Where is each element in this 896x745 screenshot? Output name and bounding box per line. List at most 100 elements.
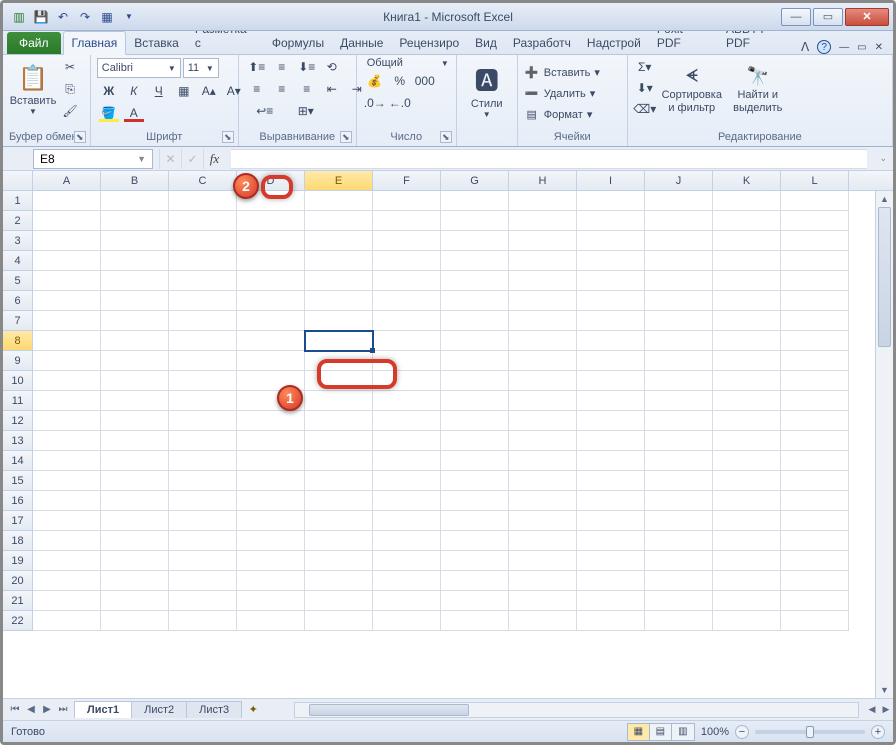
row-header-12[interactable]: 12 [3,411,33,431]
cell-D19[interactable] [237,551,305,571]
cell-F15[interactable] [373,471,441,491]
tab-view[interactable]: Вид [467,32,505,54]
horizontal-scrollbar[interactable] [294,702,859,718]
first-sheet-icon[interactable]: ⏮ [7,704,23,715]
cell-G18[interactable] [441,531,509,551]
cell-K16[interactable] [713,491,781,511]
format-painter-icon[interactable]: 🖌 [59,101,81,121]
cell-E15[interactable] [305,471,373,491]
cell-A18[interactable] [33,531,101,551]
zoom-level[interactable]: 100% [701,726,729,738]
launcher-icon[interactable]: ⬊ [222,131,234,143]
cell-F12[interactable] [373,411,441,431]
cell-D5[interactable] [237,271,305,291]
cell-G9[interactable] [441,351,509,371]
vertical-scrollbar[interactable]: ▲ ▼ [875,191,893,698]
cell-L8[interactable] [781,331,849,351]
cell-I7[interactable] [577,311,645,331]
cell-D18[interactable] [237,531,305,551]
cell-J17[interactable] [645,511,713,531]
cell-I17[interactable] [577,511,645,531]
cell-C9[interactable] [169,351,237,371]
cell-G13[interactable] [441,431,509,451]
cell-A9[interactable] [33,351,101,371]
cell-C3[interactable] [169,231,237,251]
row-header-13[interactable]: 13 [3,431,33,451]
col-header-C[interactable]: C [169,171,237,190]
cell-A2[interactable] [33,211,101,231]
row-header-8[interactable]: 8 [3,331,33,351]
cell-K2[interactable] [713,211,781,231]
cell-B5[interactable] [101,271,169,291]
cell-G7[interactable] [441,311,509,331]
cell-G11[interactable] [441,391,509,411]
indent-dec-icon[interactable]: ⇤ [320,79,344,99]
row-header-16[interactable]: 16 [3,491,33,511]
formula-input[interactable] [231,149,867,169]
row-header-10[interactable]: 10 [3,371,33,391]
cell-J8[interactable] [645,331,713,351]
cell-E1[interactable] [305,191,373,211]
cell-B1[interactable] [101,191,169,211]
cell-E10[interactable] [305,371,373,391]
cell-C13[interactable] [169,431,237,451]
launcher-icon[interactable]: ⬊ [440,131,452,143]
cell-F7[interactable] [373,311,441,331]
cell-E8[interactable] [305,331,373,351]
cell-B16[interactable] [101,491,169,511]
row-header-7[interactable]: 7 [3,311,33,331]
col-header-A[interactable]: A [33,171,101,190]
cell-L15[interactable] [781,471,849,491]
cell-H7[interactable] [509,311,577,331]
cell-D6[interactable] [237,291,305,311]
cell-A5[interactable] [33,271,101,291]
cell-F22[interactable] [373,611,441,631]
copy-icon[interactable]: ⎘ [59,79,81,99]
col-header-I[interactable]: I [577,171,645,190]
cell-K14[interactable] [713,451,781,471]
cell-K5[interactable] [713,271,781,291]
cell-K13[interactable] [713,431,781,451]
cell-B13[interactable] [101,431,169,451]
comma-icon[interactable]: 000 [413,71,437,91]
cell-G19[interactable] [441,551,509,571]
save-icon[interactable]: 💾 [31,7,51,27]
cell-J18[interactable] [645,531,713,551]
sheet-tab-2[interactable]: Лист2 [131,701,187,718]
cell-E2[interactable] [305,211,373,231]
row-header-3[interactable]: 3 [3,231,33,251]
row-header-1[interactable]: 1 [3,191,33,211]
cell-B10[interactable] [101,371,169,391]
cell-F19[interactable] [373,551,441,571]
cell-F9[interactable] [373,351,441,371]
cell-C7[interactable] [169,311,237,331]
align-right-icon[interactable]: ≡ [295,79,319,99]
cell-H8[interactable] [509,331,577,351]
cell-G14[interactable] [441,451,509,471]
cell-J5[interactable] [645,271,713,291]
tab-review[interactable]: Рецензиро [391,32,467,54]
close-button[interactable]: ✕ [845,8,889,26]
currency-icon[interactable]: 💰 [363,71,387,91]
align-bot-icon[interactable]: ⬇≡ [295,57,319,77]
cell-H2[interactable] [509,211,577,231]
cell-C10[interactable] [169,371,237,391]
cell-L14[interactable] [781,451,849,471]
row-header-9[interactable]: 9 [3,351,33,371]
tab-insert[interactable]: Вставка [126,32,187,54]
qat-dropdown-icon[interactable]: ▼ [119,7,139,27]
cell-I13[interactable] [577,431,645,451]
cell-C20[interactable] [169,571,237,591]
cell-D20[interactable] [237,571,305,591]
cell-K1[interactable] [713,191,781,211]
cell-H10[interactable] [509,371,577,391]
fill-color-icon[interactable]: 🪣 [97,103,121,123]
cell-E18[interactable] [305,531,373,551]
cell-H11[interactable] [509,391,577,411]
cell-L5[interactable] [781,271,849,291]
new-sheet-icon[interactable]: ✦ [242,703,264,716]
cell-D7[interactable] [237,311,305,331]
cell-L17[interactable] [781,511,849,531]
cell-J10[interactable] [645,371,713,391]
tab-data[interactable]: Данные [332,32,391,54]
